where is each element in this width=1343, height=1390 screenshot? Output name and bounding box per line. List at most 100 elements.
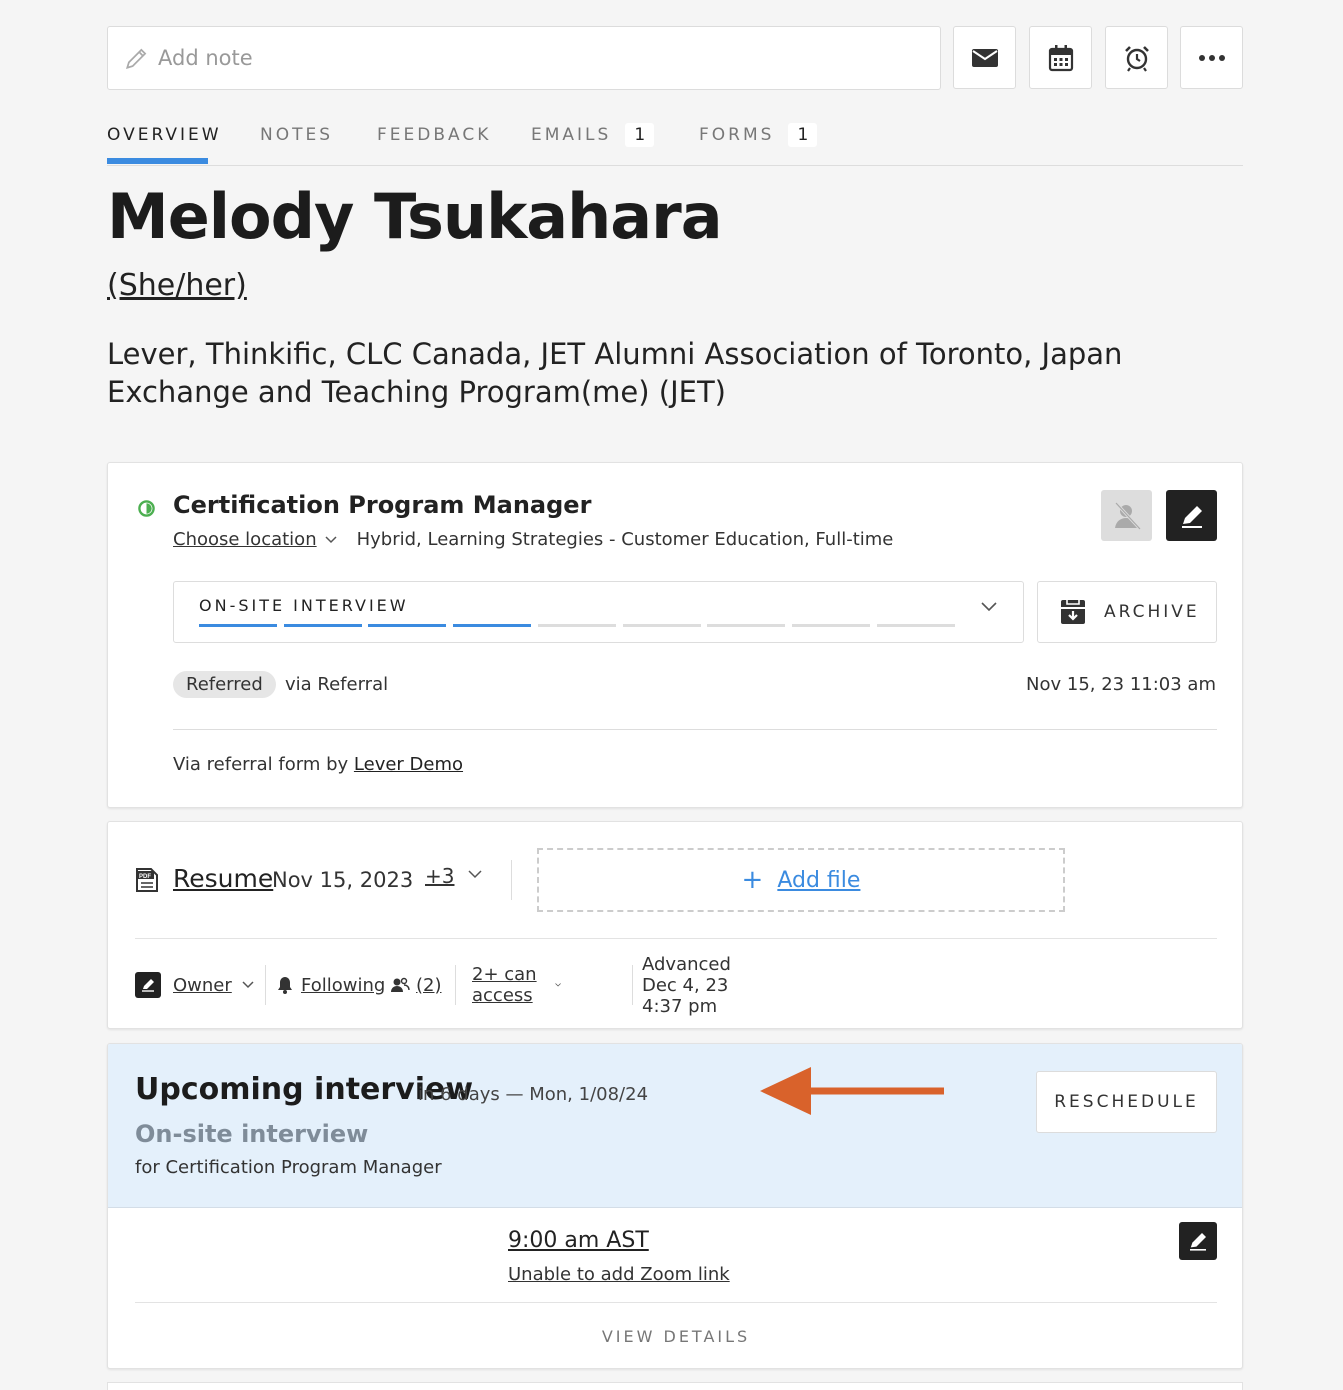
divider — [455, 965, 456, 1005]
tab-overview-label: OVERVIEW — [107, 125, 222, 145]
edit-interview-button[interactable] — [1179, 1222, 1217, 1260]
add-note-input[interactable]: Add note — [107, 26, 941, 90]
interview-type: On-site interview — [135, 1120, 369, 1148]
access-label: 2+ can access — [472, 964, 537, 1006]
view-details-button[interactable]: VIEW DETAILS — [108, 1327, 1242, 1346]
hide-button[interactable] — [1101, 490, 1152, 541]
archive-button[interactable]: ARCHIVE — [1037, 581, 1217, 643]
resume-link[interactable]: Resume — [173, 864, 273, 893]
calendar-icon — [1048, 44, 1073, 71]
access-selector[interactable]: 2+ can access — [472, 964, 561, 1006]
top-toolbar: Add note — [107, 26, 1243, 90]
schedule-button[interactable] — [1029, 26, 1092, 89]
arrow-left-icon — [760, 1067, 944, 1115]
candidate-pronouns[interactable]: (She/her) — [107, 268, 247, 303]
chevron-down-icon — [554, 983, 561, 987]
chevron-down-icon — [981, 602, 997, 612]
stage-progress-segment — [453, 624, 531, 627]
followers-count: (2) — [416, 974, 442, 996]
reminder-button[interactable] — [1105, 26, 1168, 89]
stage-progress-segment — [623, 624, 701, 627]
referral-prefix: Via referral form by — [173, 754, 349, 775]
owner-edit-icon — [135, 972, 161, 998]
bell-icon — [278, 977, 292, 994]
reschedule-button[interactable]: RESCHEDULE — [1036, 1071, 1217, 1133]
source-badge: Referred — [173, 671, 276, 698]
referral-line: Via referral form by Lever Demo — [173, 754, 463, 775]
job-details-row: Choose location Hybrid, Learning Strateg… — [173, 529, 893, 550]
stage-progress-segment — [538, 624, 616, 627]
users-icon — [391, 977, 410, 992]
resume-date: Nov 15, 2023 — [272, 868, 414, 892]
edit-icon — [1181, 505, 1202, 528]
resume-card: PDF Resume Nov 15, 2023 +3 + Add file Ow… — [107, 821, 1243, 1029]
tab-feedback[interactable]: FEEDBACK — [377, 120, 491, 150]
more-icon — [1198, 54, 1225, 61]
interview-time[interactable]: 9:00 am AST — [508, 1228, 649, 1253]
add-file-button[interactable]: + Add file — [537, 848, 1065, 912]
stage-progress-segment — [368, 624, 446, 627]
chevron-down-icon — [242, 981, 254, 989]
divider — [135, 1302, 1217, 1303]
tab-forms-count: 1 — [788, 123, 818, 147]
chevron-down-icon[interactable] — [468, 870, 482, 879]
alarm-clock-icon — [1124, 45, 1149, 72]
email-button[interactable] — [953, 26, 1016, 89]
edit-opportunity-button[interactable] — [1166, 490, 1217, 541]
owner-label: Owner — [173, 974, 232, 996]
source-via: via Referral — [285, 674, 389, 695]
followers-link[interactable]: (2) — [390, 971, 442, 999]
divider — [632, 965, 633, 1005]
stage-selector[interactable]: ON-SITE INTERVIEW — [173, 581, 1024, 643]
stage-progress-segment — [199, 624, 277, 627]
divider — [511, 860, 512, 900]
tab-overview[interactable]: OVERVIEW — [107, 120, 222, 150]
svg-text:PDF: PDF — [139, 874, 151, 880]
tab-notes[interactable]: NOTES — [260, 120, 333, 150]
add-file-label: Add file — [777, 867, 861, 893]
tab-feedback-label: FEEDBACK — [377, 125, 492, 145]
tab-emails[interactable]: EMAILS 1 — [531, 120, 655, 150]
divider — [173, 729, 1217, 730]
divider — [135, 938, 1217, 939]
candidate-orgs: Lever, Thinkific, CLC Canada, JET Alumni… — [107, 337, 1123, 409]
stage-progress-segment — [284, 624, 362, 627]
plus-icon: + — [741, 865, 764, 895]
tab-forms-label: FORMS — [699, 125, 775, 145]
more-files-link[interactable]: +3 — [425, 864, 454, 888]
interview-header: Upcoming interview in 6 days — Mon, 1/08… — [108, 1044, 1242, 1208]
mail-icon — [971, 48, 998, 67]
tab-emails-count: 1 — [625, 123, 655, 147]
interview-for: for Certification Program Manager — [135, 1157, 442, 1178]
edit-icon — [1190, 1233, 1206, 1251]
archive-icon — [1061, 600, 1085, 624]
pdf-icon: PDF — [136, 868, 158, 892]
tab-forms[interactable]: FORMS 1 — [699, 120, 818, 150]
interview-card: Upcoming interview in 6 days — Mon, 1/08… — [107, 1043, 1243, 1369]
chevron-down-icon[interactable] — [325, 535, 337, 544]
tab-notes-label: NOTES — [260, 125, 334, 145]
advanced-date: Advanced Dec 4, 23 4:37 pm — [642, 953, 731, 1017]
profile-tabs: OVERVIEW NOTES FEEDBACK EMAILS 1 FORMS 1 — [107, 110, 1243, 166]
active-tab-indicator — [107, 158, 208, 164]
next-card — [107, 1382, 1243, 1390]
following-toggle[interactable]: Following — [277, 971, 385, 999]
owner-selector[interactable]: Owner — [135, 971, 254, 999]
candidate-name: Melody Tsukahara — [107, 180, 723, 253]
stage-progress-segment — [707, 624, 785, 627]
tab-emails-label: EMAILS — [531, 125, 612, 145]
stage-progress-segment — [792, 624, 870, 627]
job-title[interactable]: Certification Program Manager — [173, 491, 591, 519]
job-details: Hybrid, Learning Strategies - Customer E… — [356, 529, 894, 550]
zoom-link[interactable]: Unable to add Zoom link — [508, 1264, 730, 1285]
more-button[interactable] — [1180, 26, 1243, 89]
add-note-placeholder: Add note — [158, 46, 253, 70]
source-date: Nov 15, 23 11:03 am — [1026, 674, 1216, 695]
status-indicator-icon — [138, 500, 155, 517]
following-label: Following — [301, 974, 386, 996]
interview-when: in 6 days — Mon, 1/08/24 — [418, 1084, 649, 1105]
referrer-link[interactable]: Lever Demo — [354, 754, 463, 775]
choose-location-link[interactable]: Choose location — [173, 529, 317, 550]
opportunity-card: Certification Program Manager Choose loc… — [107, 462, 1243, 808]
stage-progress-segment — [877, 624, 955, 627]
